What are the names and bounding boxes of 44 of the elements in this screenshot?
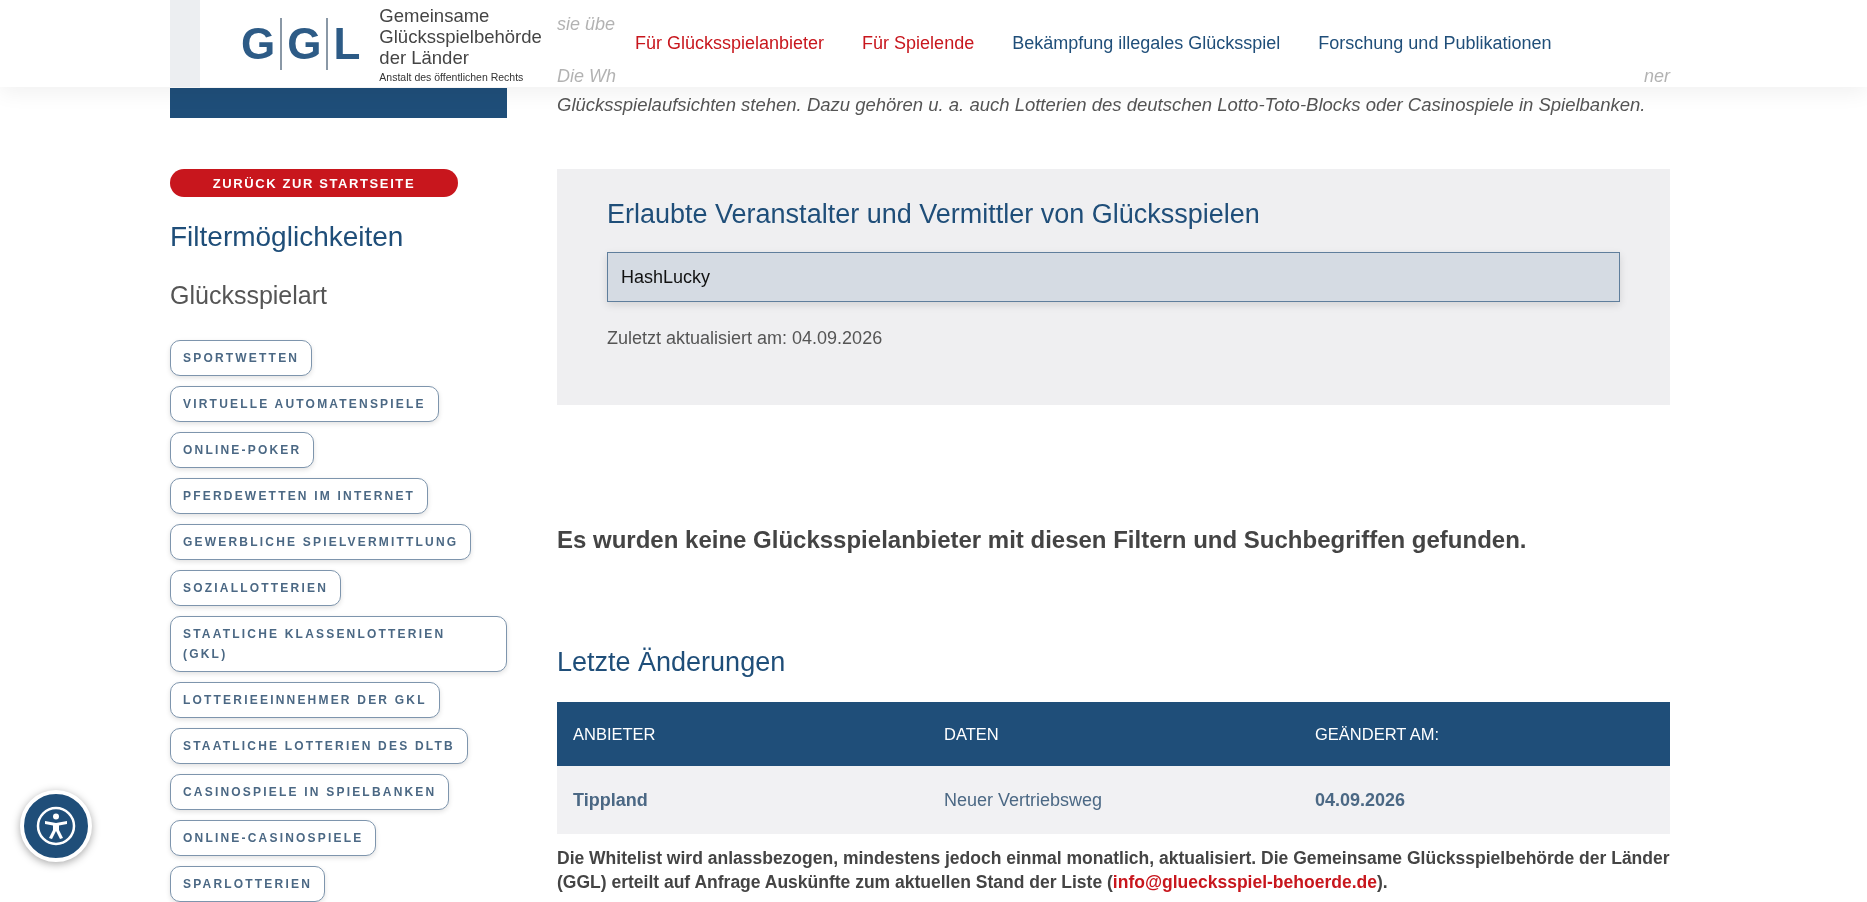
nav-link[interactable]: Forschung und Publikationen [1318, 33, 1552, 54]
table-cell: Neuer Vertriebsweg [928, 766, 1299, 834]
table-cell: 04.09.2026 [1299, 766, 1670, 834]
filter-chip[interactable]: SOZIALLOTTERIEN [170, 570, 341, 606]
column-header: DATEN [928, 702, 1299, 766]
filter-chip[interactable]: ONLINE-CASINOSPIELE [170, 820, 377, 856]
no-results-message: Es wurden keine Glücksspielanbieter mit diesen Filtern und Suchbegriffen gefunden. [557, 526, 1528, 554]
changes-heading: Letzte Änderungen [557, 647, 787, 678]
filter-heading: Filtermöglichkeiten [170, 221, 404, 253]
intro-text: ner [1644, 66, 1670, 88]
logo-letter: G [236, 17, 283, 70]
logo-text: Glücksspielbehörde [379, 25, 542, 47]
filter-chip[interactable]: ONLINE-POKER [170, 432, 315, 468]
footnote-text: Die Whitelist wird anlassbezogen, mindestens jedoch einmal monatlich, aktualisiert. Die Gemeinsame Glücksspielbehörde der Länder (GGL) erteilt auf Anfrage Auskünfte zum aktuellen Stand der Liste (info@gluecksspiel-behoerde.de). [557, 847, 1670, 894]
logo-letter: L [332, 17, 362, 70]
intro-text: sie übe [557, 14, 617, 36]
filter-chip[interactable]: CASINOSPIELE IN SPIELBANKEN [170, 774, 450, 810]
logo-text: der Länder [379, 46, 469, 68]
filter-chip[interactable]: STAATLICHE KLASSENLOTTERIEN (GKL) [170, 616, 507, 672]
filter-chip[interactable]: LOTTERIEEINNEHMER DER GKL [170, 682, 440, 718]
filter-chip[interactable]: GEWERBLICHE SPIELVERMITTLUNG [170, 524, 472, 560]
logo-letter: G [282, 17, 329, 70]
filter-chip[interactable]: VIRTUELLE AUTOMATENSPIELE [170, 386, 439, 422]
back-to-home-button[interactable]: ZURÜCK ZUR STARTSEITE [170, 169, 458, 197]
email-link[interactable]: info@gluecksspiel-behoerde.de [1112, 872, 1377, 892]
intro-text: Glücksspielaufsichten stehen. Dazu gehören u. a. auch Lotterien des deutschen Lotto-Toto-Blocks oder Casinospiele in Spielbanken. [557, 94, 1647, 116]
accessibility-icon [36, 806, 76, 846]
nav-link[interactable]: Für Spielende [862, 33, 975, 54]
filter-section-heading: Glücksspielart [170, 281, 327, 310]
filter-chip[interactable]: PFERDEWETTEN IM INTERNET [170, 478, 429, 514]
filter-chip[interactable]: SPORTWETTEN [170, 340, 313, 376]
last-updated-text: Zuletzt aktualisiert am: 04.09.2026 [607, 328, 884, 349]
table-cell: Tippland [557, 766, 928, 834]
filter-chip[interactable]: STAATLICHE LOTTERIEN DES DLTB [170, 728, 468, 764]
column-header: GEÄNDERT AM: [1299, 702, 1670, 766]
search-field[interactable]: HashLucky [607, 252, 1620, 302]
intro-text: Die Wh [557, 66, 616, 88]
nav-link[interactable]: Bekämpfung illegales Glücksspiel [1012, 33, 1281, 54]
column-header: ANBIETER [557, 702, 928, 766]
nav-link[interactable]: Für Glücksspielanbieter [635, 33, 825, 54]
filter-chip[interactable]: SPARLOTTERIEN [170, 866, 326, 902]
logo-text: Gemeinsame [379, 4, 491, 26]
search-panel-title: Erlaubte Veranstalter und Vermittler von Glücksspielen [607, 199, 1261, 230]
logo-subtitle: Anstalt des öffentlichen Rechts [379, 70, 525, 83]
